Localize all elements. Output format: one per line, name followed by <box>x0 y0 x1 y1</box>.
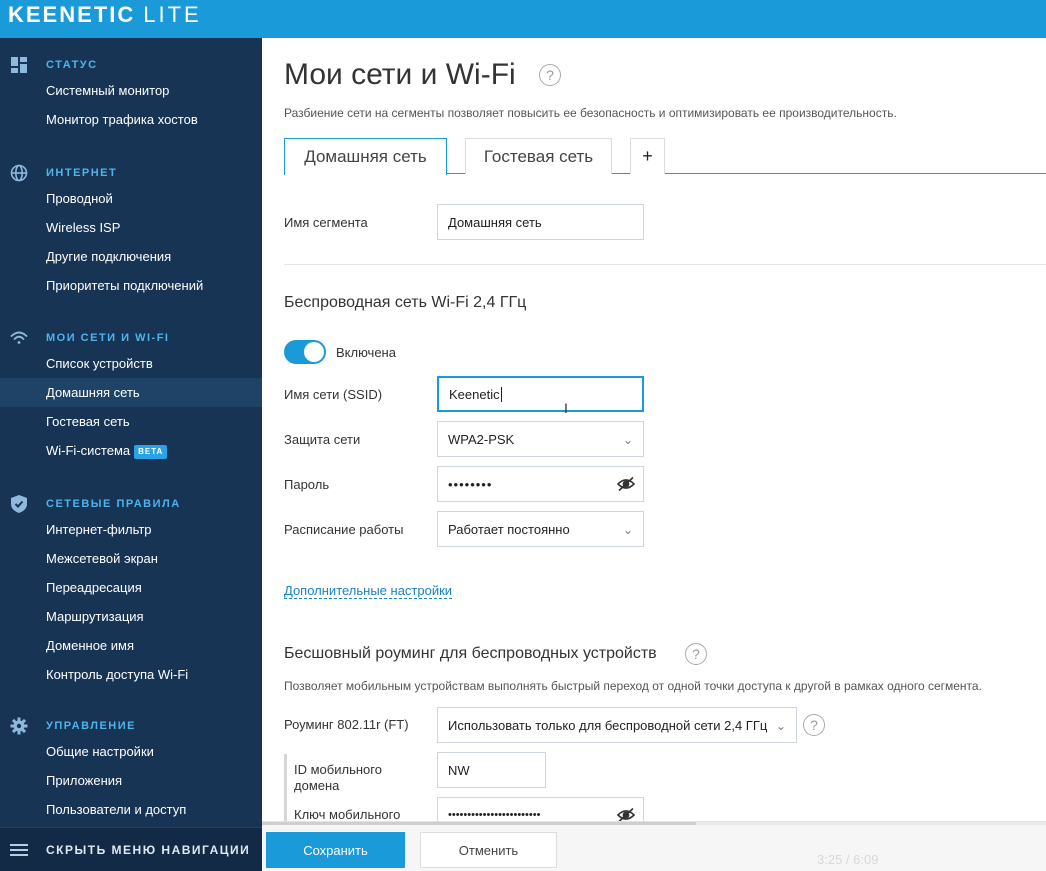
chevron-down-icon: ⌄ <box>622 433 633 447</box>
help-icon[interactable]: ? <box>685 643 707 665</box>
page-subtitle: Разбиение сети на сегменты позволяет пов… <box>284 106 897 120</box>
sidebar-item-traffic-monitor[interactable]: Монитор трафика хостов <box>0 105 262 134</box>
sidebar-item-applications[interactable]: Приложения <box>0 766 262 795</box>
sidebar-item-guest-network[interactable]: Гостевая сеть <box>0 407 262 436</box>
roaming-mode-value: Использовать только для беспроводной сет… <box>448 717 768 733</box>
sidebar-item-firewall[interactable]: Межсетевой экран <box>0 544 262 573</box>
sidebar-group-my-networks: МОИ СЕТИ И WI-FI Список устройств Домашн… <box>0 327 262 465</box>
shield-icon <box>10 495 28 513</box>
save-button[interactable]: Сохранить <box>266 832 405 868</box>
sidebar-item-label: Wi-Fi-система <box>46 443 131 458</box>
sidebar-item-device-list[interactable]: Список устройств <box>0 349 262 378</box>
help-icon[interactable]: ? <box>539 64 561 86</box>
security-label: Защита сети <box>284 432 361 447</box>
sidebar-item-home-network[interactable]: Домашняя сеть <box>0 378 262 407</box>
brand-logo: KEENETIC LITE <box>8 2 202 28</box>
sidebar-item-domain-name[interactable]: Доменное имя <box>0 631 262 660</box>
security-select[interactable]: WPA2-PSK ⌄ <box>437 421 644 457</box>
sidebar-group-status: СТАТУС Системный монитор Монитор трафика… <box>0 54 262 134</box>
brand-edition: LITE <box>143 2 202 27</box>
password-input[interactable]: •••••••• <box>437 466 644 502</box>
page-title: Мои сети и Wi-Fi <box>284 58 516 91</box>
add-segment-tab[interactable]: + <box>630 138 665 174</box>
segment-name-label: Имя сегмента <box>284 215 368 230</box>
chevron-down-icon: ⌄ <box>622 523 633 537</box>
help-icon[interactable]: ? <box>803 714 825 736</box>
roaming-mode-select[interactable]: Использовать только для беспроводной сет… <box>437 707 797 743</box>
wifi-enable-toggle[interactable] <box>284 340 326 364</box>
sidebar-item-users-access[interactable]: Пользователи и доступ <box>0 795 262 824</box>
mobility-domain-label-line1: ID мобильного <box>294 762 382 777</box>
tab-home-network[interactable]: Домашняя сеть <box>284 138 447 175</box>
schedule-label: Расписание работы <box>284 522 404 537</box>
ssid-input[interactable]: Keenetic <box>437 376 644 412</box>
video-progress-bar[interactable] <box>262 822 1046 825</box>
sidebar-group-title: ИНТЕРНЕТ <box>46 167 118 179</box>
mobility-domain-label-line2: домена <box>294 778 340 793</box>
ssid-label: Имя сети (SSID) <box>284 387 383 402</box>
text-cursor-icon: I <box>564 400 568 416</box>
mobility-domain-label: ID мобильного домена <box>294 762 382 794</box>
sidebar-group-internet: ИНТЕРНЕТ Проводной Wireless ISP Другие п… <box>0 162 262 300</box>
schedule-value: Работает постоянно <box>448 521 570 537</box>
mobility-domain-input[interactable]: NW <box>437 752 546 788</box>
wifi-icon <box>10 329 28 347</box>
wifi-section-title: Беспроводная сеть Wi-Fi 2,4 ГГц <box>284 294 527 311</box>
roaming-mode-label: Роуминг 802.11r (FT) <box>284 717 409 732</box>
segment-name-input[interactable]: Домашняя сеть <box>437 204 644 240</box>
globe-icon <box>10 164 28 182</box>
sidebar-group-title: МОИ СЕТИ И WI-FI <box>46 332 170 344</box>
sidebar-item-system-monitor[interactable]: Системный монитор <box>0 76 262 105</box>
sidebar-item-wireless-isp[interactable]: Wireless ISP <box>0 213 262 242</box>
sidebar-group-title: УПРАВЛЕНИЕ <box>46 720 136 732</box>
brand-name: KEENETIC <box>8 2 136 27</box>
sidebar-item-port-forwarding[interactable]: Переадресация <box>0 573 262 602</box>
top-bar: KEENETIC LITE <box>0 0 1046 38</box>
sidebar-group-management: УПРАВЛЕНИЕ Общие настройки Приложения По… <box>0 715 262 824</box>
ssid-value: Keenetic <box>449 386 500 402</box>
sidebar-item-internet-filter[interactable]: Интернет-фильтр <box>0 515 262 544</box>
video-time: 3:25 / 6:09 <box>817 852 879 867</box>
segment-tabs: Домашняя сеть Гостевая сеть + <box>284 138 1046 175</box>
password-value: •••••••• <box>448 476 493 492</box>
sidebar-item-wired[interactable]: Проводной <box>0 184 262 213</box>
sidebar-item-general-settings[interactable]: Общие настройки <box>0 737 262 766</box>
menu-icon <box>10 841 28 859</box>
video-progress-fill <box>262 822 697 825</box>
sidebar-item-wifi-access-control[interactable]: Контроль доступа Wi-Fi <box>0 660 262 689</box>
main-content: Мои сети и Wi-Fi ? Разбиение сети на сег… <box>262 38 1046 871</box>
eye-off-icon[interactable] <box>616 476 636 495</box>
divider <box>284 264 1046 265</box>
sidebar-group-title: СЕТЕВЫЕ ПРАВИЛА <box>46 498 181 510</box>
password-label: Пароль <box>284 477 330 492</box>
sidebar-group-network-rules: СЕТЕВЫЕ ПРАВИЛА Интернет-фильтр Межсетев… <box>0 493 262 689</box>
dashboard-icon <box>10 56 28 74</box>
mobility-key-value: •••••••••••••••••••••••• <box>448 809 541 821</box>
beta-badge: BETA <box>134 444 168 459</box>
security-value: WPA2-PSK <box>448 431 515 447</box>
roaming-description: Позволяет мобильным устройствам выполнят… <box>284 679 982 693</box>
sidebar-item-routing[interactable]: Маршрутизация <box>0 602 262 631</box>
sidebar-item-other-connections[interactable]: Другие подключения <box>0 242 262 271</box>
roaming-section-title: Бесшовный роуминг для беспроводных устро… <box>284 645 657 662</box>
hide-navigation-label: СКРЫТЬ МЕНЮ НАВИГАЦИИ <box>46 842 251 857</box>
chevron-down-icon: ⌄ <box>775 719 786 733</box>
sidebar-item-connection-priorities[interactable]: Приоритеты подключений <box>0 271 262 300</box>
schedule-select[interactable]: Работает постоянно ⌄ <box>437 511 644 547</box>
hide-navigation-button[interactable]: СКРЫТЬ МЕНЮ НАВИГАЦИИ <box>0 827 262 871</box>
sidebar-item-wifi-system[interactable]: Wi-Fi-система BETA <box>0 436 262 465</box>
cancel-button[interactable]: Отменить <box>420 832 557 868</box>
tab-guest-network[interactable]: Гостевая сеть <box>465 138 612 174</box>
mobility-key-label: Ключ мобильного <box>294 807 401 822</box>
gear-icon <box>10 717 28 735</box>
advanced-settings-link[interactable]: Дополнительные настройки <box>284 583 453 599</box>
sidebar: СТАТУС Системный монитор Монитор трафика… <box>0 38 262 871</box>
action-bar: Сохранить Отменить 3:25 / 6:09 <box>262 821 1046 871</box>
sidebar-group-title: СТАТУС <box>46 59 98 71</box>
wifi-enable-label: Включена <box>336 345 396 360</box>
